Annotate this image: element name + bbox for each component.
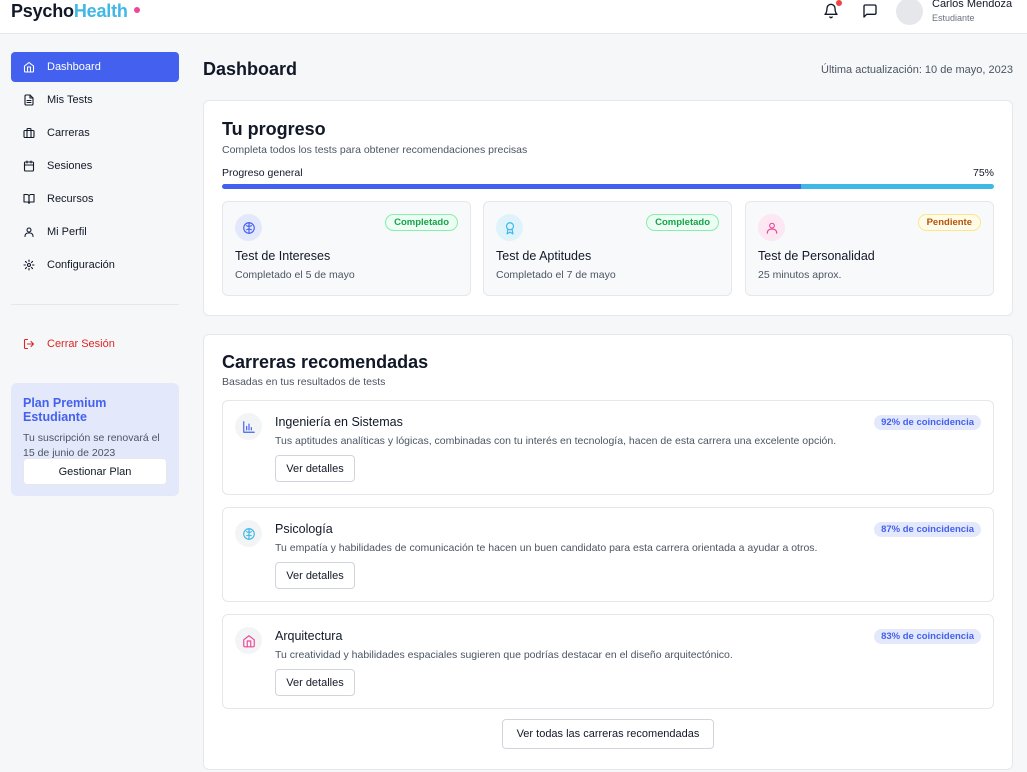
test-meta: Completado el 7 de mayo <box>496 269 616 281</box>
test-card-intereses[interactable]: Completado Test de Intereses Completado … <box>222 201 471 296</box>
status-badge: Completado <box>646 214 719 231</box>
logout-icon <box>23 338 35 350</box>
user-icon <box>24 227 34 238</box>
match-badge: 87% de coincidencia <box>874 522 981 537</box>
sidebar-item-recursos[interactable]: Recursos <box>11 184 179 214</box>
sidebar-item-dashboard[interactable]: Dashboard <box>11 52 179 82</box>
page-title: Dashboard <box>203 59 298 79</box>
test-icon-container <box>758 214 785 241</box>
career-icon-container <box>235 520 262 547</box>
careers-title: Carreras recomendadas <box>222 352 429 372</box>
sidebar: Dashboard Mis Tests Carreras Sesiones Re… <box>0 35 190 772</box>
calendar-icon <box>23 160 35 172</box>
message-icon[interactable] <box>862 3 878 19</box>
view-details-button[interactable]: Ver detalles <box>275 562 355 589</box>
sidebar-divider <box>11 304 179 305</box>
progress-title: Tu progreso <box>222 119 326 139</box>
test-name: Test de Intereses <box>235 249 331 263</box>
notification-dot <box>836 0 842 6</box>
status-badge: Pendiente <box>917 214 981 231</box>
careers-subtitle: Basadas en tus resultados de tests <box>222 376 386 388</box>
sidebar-item-label: Mis Tests <box>47 94 93 106</box>
bar-chart-icon <box>242 420 255 433</box>
top-header: PsychoHealth Carlos Mendoza Estudiante <box>0 0 1027 34</box>
career-item-psicologia[interactable]: Psicología 87% de coincidencia Tu empatí… <box>222 507 994 602</box>
progress-bar <box>222 184 994 189</box>
sidebar-item-sesiones[interactable]: Sesiones <box>11 151 179 181</box>
last-update-text: Última actualización: 10 de mayo, 2023 <box>821 64 1013 76</box>
test-meta: 25 minutos aprox. <box>758 269 842 281</box>
sidebar-item-mis-tests[interactable]: Mis Tests <box>11 85 179 115</box>
logout-label: Cerrar Sesión <box>47 338 115 350</box>
user-icon <box>766 222 777 234</box>
sidebar-item-label: Configuración <box>47 259 115 271</box>
career-item-arquitectura[interactable]: Arquitectura 83% de coincidencia Tu crea… <box>222 614 994 709</box>
sidebar-item-label: Recursos <box>47 193 94 205</box>
progress-card: Tu progreso Completa todos los tests par… <box>203 100 1013 316</box>
status-badge: Completado <box>385 214 458 231</box>
test-meta: Completado el 5 de mayo <box>235 269 355 281</box>
home-icon <box>23 61 35 73</box>
career-description: Tus aptitudes analíticas y lógicas, comb… <box>275 435 837 447</box>
career-name: Psicología <box>275 522 333 536</box>
award-icon <box>505 221 514 234</box>
career-name: Ingeniería en Sistemas <box>275 415 403 429</box>
test-card-personalidad[interactable]: Pendiente Test de Personalidad 25 minuto… <box>745 201 994 296</box>
progress-label: Progreso general <box>222 167 303 179</box>
home-icon <box>242 634 255 647</box>
logout-button[interactable]: Cerrar Sesión <box>11 329 179 359</box>
career-icon-container <box>235 627 262 654</box>
test-name: Test de Aptitudes <box>496 249 592 263</box>
view-all-careers-button[interactable]: Ver todas las carreras recomendadas <box>502 719 714 749</box>
brain-icon <box>242 221 255 234</box>
career-name: Arquitectura <box>275 629 343 643</box>
premium-plan-card: Plan Premium Estudiante Tu suscripción s… <box>11 383 179 496</box>
sidebar-item-label: Carreras <box>47 127 90 139</box>
view-details-button[interactable]: Ver detalles <box>275 455 355 482</box>
test-icon-container <box>496 214 523 241</box>
progress-percent: 75% <box>972 167 994 179</box>
logo-dot <box>133 7 140 14</box>
sidebar-item-mi-perfil[interactable]: Mi Perfil <box>11 217 179 247</box>
book-icon <box>23 193 35 205</box>
sidebar-item-label: Mi Perfil <box>47 226 87 238</box>
avatar[interactable] <box>896 0 923 25</box>
career-item-ingenieria[interactable]: Ingeniería en Sistemas 92% de coincidenc… <box>222 400 994 495</box>
career-description: Tu creatividad y habilidades espaciales … <box>275 649 733 661</box>
match-badge: 92% de coincidencia <box>874 415 981 430</box>
test-card-aptitudes[interactable]: Completado Test de Aptitudes Completado … <box>483 201 732 296</box>
progress-subtitle: Completa todos los tests para obtener re… <box>222 144 528 156</box>
manage-plan-button[interactable]: Gestionar Plan <box>23 458 167 485</box>
premium-description: Tu suscripción se renovará el 15 de juni… <box>23 432 160 459</box>
user-role: Estudiante <box>932 13 975 23</box>
sidebar-item-label: Sesiones <box>47 160 93 172</box>
test-icon-container <box>235 214 262 241</box>
careers-card: Carreras recomendadas Basadas en tus res… <box>203 334 1013 770</box>
brain-icon <box>242 527 255 540</box>
app-logo[interactable]: PsychoHealth <box>11 1 140 22</box>
test-name: Test de Personalidad <box>758 249 875 263</box>
briefcase-icon <box>23 127 35 139</box>
career-icon-container <box>235 413 262 440</box>
gear-icon <box>23 259 35 271</box>
user-name[interactable]: Carlos Mendoza <box>932 0 1012 10</box>
view-details-button[interactable]: Ver detalles <box>275 669 355 696</box>
career-description: Tu empatía y habilidades de comunicación… <box>275 542 818 554</box>
match-badge: 83% de coincidencia <box>874 629 981 644</box>
sidebar-item-configuracion[interactable]: Configuración <box>11 250 179 280</box>
sidebar-item-label: Dashboard <box>47 61 101 73</box>
document-icon <box>24 94 34 106</box>
progress-bar-fill <box>222 184 801 189</box>
sidebar-item-carreras[interactable]: Carreras <box>11 118 179 148</box>
premium-title: Plan Premium Estudiante <box>23 396 107 424</box>
